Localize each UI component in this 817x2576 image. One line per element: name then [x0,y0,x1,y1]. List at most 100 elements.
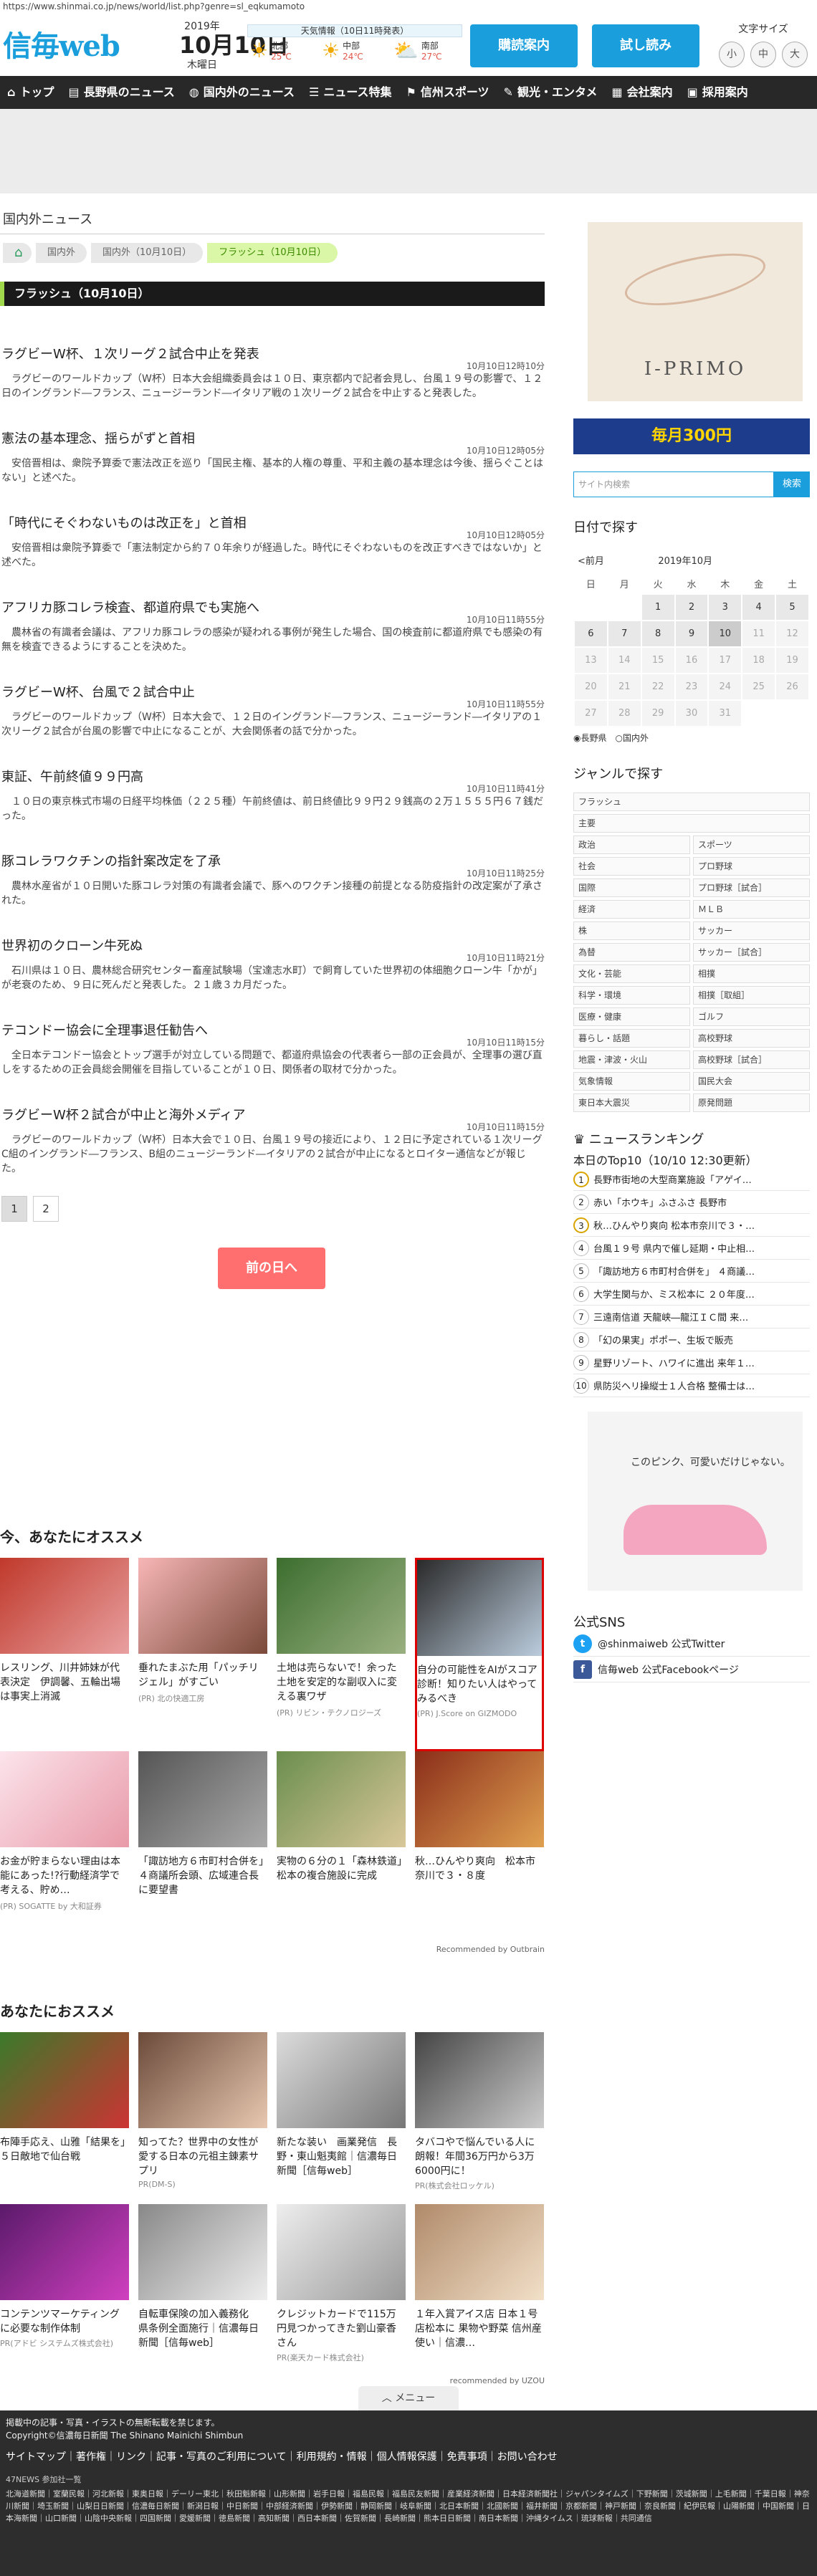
ranking-item[interactable]: 4 台風１９号 県内で催し延期・中止相… [573,1237,810,1260]
nav-top[interactable]: ⌂ トップ [0,76,61,109]
recommend-card[interactable]: 「諏訪地方６市町村合併を」 ４商議所会頭、広域連合長に要望書 [138,1751,274,1945]
calendar-day[interactable]: 7 [606,620,642,648]
genre-item[interactable]: 主要 [573,814,810,833]
outbrain-credit[interactable]: Recommended by Outbrain [0,1945,545,1954]
partner-list[interactable]: 北海道新聞｜室蘭民報｜河北新報｜東奥日報｜デーリー東北｜秋田魁新報｜山形新聞｜岩… [6,2488,811,2524]
calendar-day-today[interactable]: 10 [707,620,743,648]
facebook-link[interactable]: f 信毎web 公式Facebookページ [573,1657,810,1682]
font-small-button[interactable]: 小 [719,42,745,67]
recommend2-card[interactable]: 新たな装い 画業発信 長野・東山魁夷館｜信濃毎日新聞［信毎web］ [277,2032,406,2204]
ranking-item[interactable]: 6 大学生関与か、ミス松本に ２０年度… [573,1283,810,1306]
search-input[interactable]: サイト内検索 [573,471,774,497]
genre-item[interactable]: 経済 [573,900,690,919]
calendar-day[interactable]: 5 [775,593,810,621]
ranking-item[interactable]: 10 県防災ヘリ操縦士１人合格 整備士は… [573,1374,810,1397]
trial-button[interactable]: 試し読み [592,24,699,67]
calendar-day[interactable]: 9 [674,620,710,648]
genre-item[interactable]: プロ野球 [693,857,810,876]
genre-item[interactable]: 気象情報 [573,1072,690,1091]
nav-sports[interactable]: ⚑ 信州スポーツ [399,76,497,109]
genre-item[interactable]: 社会 [573,857,690,876]
calendar-prev-month[interactable]: <前月 [578,553,604,567]
nav-company[interactable]: ▦ 会社案内 [604,76,679,109]
calendar-day[interactable]: 8 [640,620,676,648]
genre-item[interactable]: サッカー［試合］ [693,943,810,962]
font-large-button[interactable]: 大 [782,42,808,67]
subscribe-button[interactable]: 購読案内 [470,24,578,67]
genre-item[interactable]: 暮らし・話題 [573,1029,690,1048]
twitter-link[interactable]: t @shinmaiweb 公式Twitter [573,1631,810,1657]
search-button[interactable]: 検索 [774,471,810,497]
ranking-item[interactable]: 5 「諏訪地方６市町村合併を」 ４商議… [573,1260,810,1283]
recommend2-card[interactable]: 知ってた？世界中の女性が愛する日本の元祖主錬素サプリ PR(DM-S) [138,2032,267,2204]
genre-item[interactable]: 高校野球［試合］ [693,1050,810,1069]
ranking-item[interactable]: 8 「幻の果実」ポポー、生坂で販売 [573,1328,810,1351]
genre-item[interactable]: 国際 [573,878,690,897]
recommend-card[interactable]: 自分の可能性をAIがスコア診断！知りたい人はやってみるべき (PR) J.Scor… [415,1558,544,1751]
genre-item[interactable]: ＭＬＢ [693,900,810,919]
recommend2-title-text: 布陣手応え、山雅「結果を」 ５日敵地で仙台戦 [0,2137,135,2163]
genre-item[interactable]: 相撲［取組］ [693,986,810,1005]
genre-item[interactable]: 科学・環境 [573,986,690,1005]
footer-links[interactable]: サイトマップ｜著作権｜リンク｜記事・写真のご利用について｜利用規約・情報｜個人情… [6,2449,811,2464]
recommend-card[interactable]: 土地は売らないで！余った土地を安定的な副収入に変える裏ワザ (PR) リビン・テク… [277,1558,406,1751]
genre-item[interactable]: 相撲 [693,964,810,983]
genre-item[interactable]: サッカー [693,921,810,940]
recommend-card[interactable]: お金が貯まらない理由は本能にあった!?行動経済学で考える、貯め… (PR) SOG… [0,1751,129,1945]
site-logo[interactable]: 信毎web [3,23,120,64]
nav-recruit[interactable]: ▣ 採用案内 [680,76,755,109]
genre-item[interactable]: 原発問題 [693,1093,810,1112]
nav-nagano[interactable]: ▤ 長野県のニュース [61,76,181,109]
uzou-credit[interactable]: recommended by UZOU [0,2376,545,2385]
genre-item[interactable]: フラッシュ [573,793,810,811]
genre-item[interactable]: 国民大会 [693,1072,810,1091]
page-2-button[interactable]: 2 [33,1196,59,1222]
prev-day-button[interactable]: 前の日へ [218,1248,325,1289]
nav-feature[interactable]: ☰ ニュース特集 [302,76,399,109]
recommend2-card[interactable]: １年入賞アイス店 日本１号店松本に 果物や野菜 信州産使い｜信濃… [415,2204,544,2376]
genre-item[interactable]: 文化・芸能 [573,964,690,983]
url-bar[interactable]: https://www.shinmai.co.jp/news/world/lis… [0,0,817,13]
recommend-card[interactable]: 秋…ひんやり爽向 松本市奈川で３・８度 [415,1751,544,1945]
font-medium-button[interactable]: 中 [750,42,776,67]
ranking-item[interactable]: 2 赤い「ホウキ」ふさふさ 長野市 [573,1191,810,1214]
recommend-card[interactable]: 実物の６分の１「森林鉄道」 松本の複合施設に完成 [277,1751,412,1945]
recommend2-card[interactable]: タバコやで悩んでいる人に朗報！年間36万円から3万6000円に！ PR(株式会社ロ… [415,2032,544,2204]
genre-item[interactable]: 地震・津波・火山 [573,1050,690,1069]
ranking-item[interactable]: 3 秋…ひんやり爽向 松本市奈川で３・… [573,1214,810,1237]
menu-toggle[interactable]: ︿ メニュー [358,2386,459,2410]
calendar-day[interactable]: 1 [640,593,676,621]
recommend2-card[interactable]: クレジットカードで115万円見つかってきた劉山豪香さん PR(楽天カード株式会社) [277,2204,406,2376]
calendar-day[interactable]: 4 [741,593,777,621]
page-1-button[interactable]: 1 [1,1196,27,1222]
genre-item[interactable]: 株 [573,921,690,940]
recommend-card[interactable]: レスリング、川井姉妹が代表決定 伊調馨、五輪出場は事実上消滅 [0,1558,129,1751]
nav-world[interactable]: ◍ 国内外のニュース [182,76,302,109]
ranking-item[interactable]: 7 三遠南信道 天龍峡―龍江ＩＣ間 来… [573,1306,810,1328]
calendar-day[interactable]: 2 [674,593,710,621]
genre-item[interactable]: ゴルフ [693,1007,810,1026]
ranking-item[interactable]: 1 長野市街地の大型商業施設「アゲイ… [573,1168,810,1191]
genre-item[interactable]: 高校野球 [693,1029,810,1048]
breadcrumb-item[interactable]: 国内外（10月10日） [91,243,204,263]
genre-item[interactable]: プロ野球［試合］ [693,878,810,897]
genre-item[interactable]: 医療・健康 [573,1007,690,1026]
region-radio[interactable]: ◉長野県 ○国内外 [573,732,810,744]
breadcrumb-home[interactable]: ⌂ [3,243,32,263]
sidebar-ad-jewelry[interactable]: I-PRIMO [588,222,803,401]
genre-item[interactable]: 政治 [573,835,690,854]
genre-item[interactable]: 為替 [573,943,690,962]
sidebar-banner-ad[interactable]: 毎月300円 [573,418,810,454]
ranking-item[interactable]: 9 星野リゾート、ハワイに進出 来年１… [573,1351,810,1374]
nav-tourism[interactable]: ✎ 観光・エンタメ [497,76,605,109]
recommend2-card[interactable]: コンテンツマーケティングに必要な制作体制 PR(アドビ システムズ株式会社) [0,2204,129,2376]
calendar-day[interactable]: 3 [707,593,743,621]
sidebar-ad-car[interactable]: このピンク、可愛いだけじゃない。 [588,1412,803,1591]
calendar-day[interactable]: 6 [573,620,608,648]
genre-item[interactable]: スポーツ [693,835,810,854]
recommend-card[interactable]: 垂れたまぶた用「パッチリジェル」がすごい (PR) 北の快適工房 [138,1558,267,1751]
recommend2-card[interactable]: 自転車保険の加入義務化 県条例全面施行｜信濃毎日新聞［信毎web］ [138,2204,267,2376]
breadcrumb-item[interactable]: 国内外 [36,243,87,263]
recommend2-card[interactable]: 布陣手応え、山雅「結果を」 ５日敵地で仙台戦 [0,2032,135,2204]
genre-item[interactable]: 東日本大震災 [573,1093,690,1112]
